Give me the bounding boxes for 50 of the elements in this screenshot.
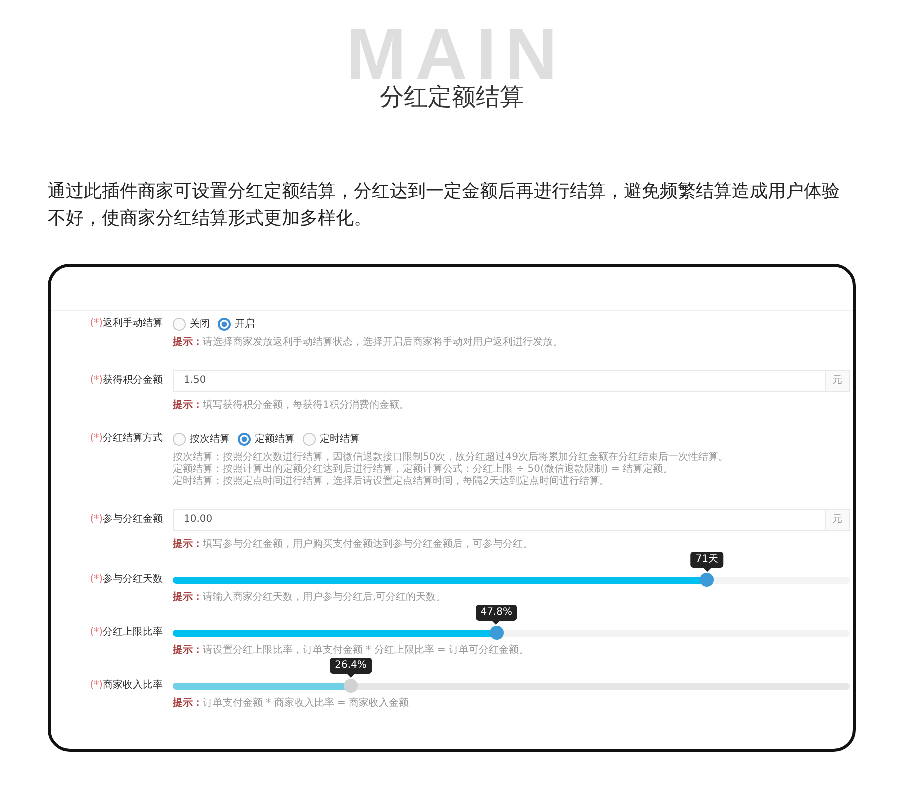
radio-option[interactable]: 定时结算 [303, 432, 360, 446]
page-title: 分红定额结算 [380, 82, 524, 113]
hint-label: 提示： [173, 592, 203, 603]
value-tooltip: 71天 [690, 552, 724, 572]
note-text: 定时结算：按照定点时间进行结算，选择后请设置定点结算时间，每隔2天达到定点时间进行结算。 [173, 476, 610, 488]
field-label: 分红结算方式 [103, 433, 163, 444]
hint-text: 请输入商家分红天数，用户参与分红后,可分红的天数。 [203, 592, 446, 603]
required-mark: (*) [90, 680, 103, 691]
hint-label: 提示： [173, 698, 203, 709]
slider-handle[interactable] [700, 573, 714, 587]
hint-label: 提示： [173, 400, 203, 411]
required-mark: (*) [90, 375, 103, 386]
hint-label: 提示： [173, 645, 203, 656]
radio-icon[interactable] [173, 432, 186, 446]
radio-option[interactable]: 按次结算 [173, 432, 230, 446]
required-mark: (*) [90, 514, 103, 525]
field-label: 参与分红天数 [103, 574, 163, 585]
hint-text: 填写获得积分金额，每获得1积分消费的金额。 [203, 400, 410, 411]
field-label: 返利手动结算 [103, 318, 163, 329]
input-field[interactable]: 10.00 [173, 509, 826, 531]
note-text: 按次结算：按照分红次数进行结算，因微信退款接口限制50次，故分红超过49次后将累加分红金额在分红结束后一次性结算。 [173, 452, 730, 464]
required-mark: (*) [90, 627, 103, 638]
slider-handle[interactable] [490, 626, 504, 640]
input-field[interactable]: 1.50 [173, 370, 826, 392]
description-text: 通过此插件商家可设置分红定额结算，分红达到一定金额后再进行结算，避免频繁结算造成用户体验不好，使商家分红结算形式更加多样化。 [48, 180, 841, 231]
hint-text: 请设置分红上限比率，订单支付金额 * 分红上限比率 = 订单可分红金额。 [203, 645, 530, 656]
radio-icon[interactable] [218, 318, 231, 330]
note-text: 定额结算：按照计算出的定额分红达到后进行结算，定额计算公式：分红上限 ÷ 50(微信退款限制) = 结算定额。 [173, 464, 674, 476]
radio-option[interactable]: 开启 [218, 317, 255, 331]
required-mark: (*) [90, 433, 103, 444]
radio-option[interactable]: 定额结算 [238, 432, 295, 446]
value-tooltip: 26.4% [330, 658, 372, 678]
hint-text: 填写参与分红金额，用户购买支付金额达到参与分红金额后，可参与分红。 [203, 539, 533, 550]
hint-text: 订单支付金额 * 商家收入比率 = 商家收入金额 [203, 698, 410, 709]
unit-addon: 元 [826, 509, 850, 531]
field-label: 参与分红金额 [103, 514, 163, 525]
radio-option[interactable]: 关闭 [173, 317, 210, 331]
radio-icon[interactable] [238, 432, 251, 446]
field-label: 商家收入比率 [103, 680, 163, 691]
radio-icon[interactable] [303, 432, 316, 446]
radio-icon[interactable] [173, 318, 186, 330]
hint-label: 提示： [173, 337, 203, 348]
required-mark: (*) [90, 574, 103, 585]
value-tooltip: 47.8% [476, 605, 518, 625]
hint-text: 请选择商家发放返利手动结算状态，选择开启后商家将手动对用户返利进行发放。 [203, 337, 563, 348]
hint-label: 提示： [173, 539, 203, 550]
unit-addon: 元 [826, 370, 850, 392]
field-label: 获得积分金额 [103, 375, 163, 386]
field-label: 分红上限比率 [103, 627, 163, 638]
required-mark: (*) [90, 318, 103, 329]
